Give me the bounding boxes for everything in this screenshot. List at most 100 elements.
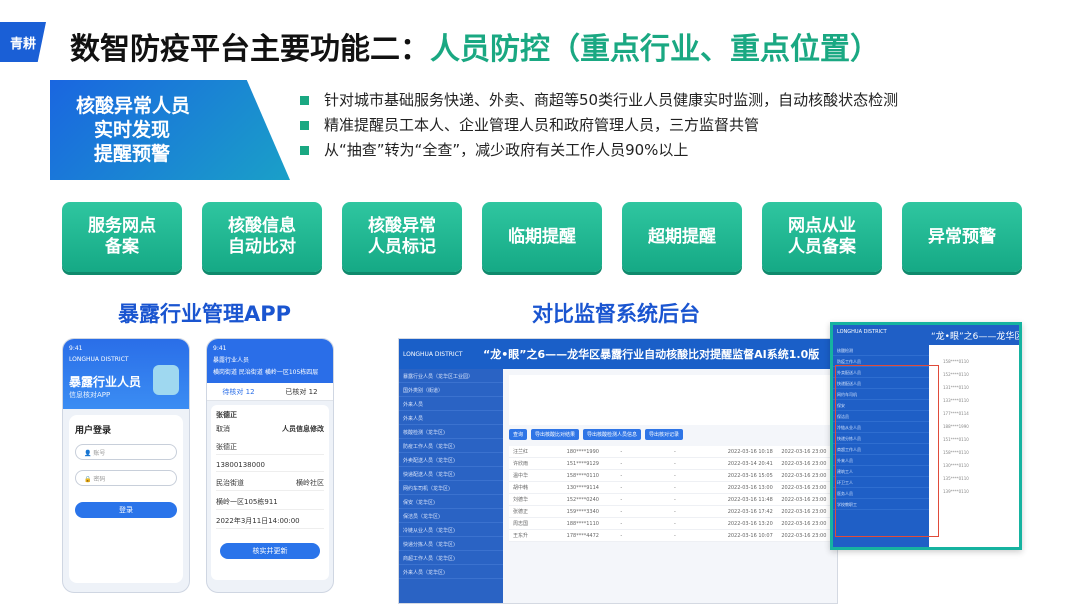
query-button[interactable]: 查询 [509,429,528,440]
export-info-button[interactable]: 导出核酸检测人员信息 [583,429,642,440]
feature-card[interactable]: 临期提醒 [482,202,602,272]
bullet-item: 精准提醒员工本人、企业管理人员和政府管理人员，三方监督共管 [300,113,898,138]
table-cell: 2022-03-16 23:00 [781,460,827,467]
feature-card[interactable]: 超期提醒 [622,202,742,272]
address-field[interactable]: 横岭一区105栋911 [216,497,324,510]
hero-badge: 核酸异常人员 实时发现 提醒预警 [50,80,290,180]
table-cell: - [620,496,623,503]
sidebar-item[interactable]: 核酸检测（龙华区) [399,425,503,439]
dialog-title: 人员信息修改 [282,425,324,433]
table-cell: 刘德华 [513,497,529,503]
sidebar-item[interactable]: 外来人员 [399,411,503,425]
hero-line-1: 核酸异常人员 [76,95,191,117]
community-select[interactable]: 横岭社区 [296,478,324,488]
hero-line-3: 提醒预警 [94,143,171,165]
section-title-backend: 对比监督系统后台 [532,302,700,326]
tab-done[interactable]: 已核对 12 [285,387,317,397]
table-row[interactable]: 温中华 158****0110 - - 2022-03-16 15:05 2022-03-… [509,470,831,482]
popup-brand: LONGHUA DISTRICT [837,329,887,335]
table-row[interactable]: 张德正 159****3340 - - 2022-03-16 17:42 2022-03-… [509,506,831,518]
table-cell: 158****0110 [566,472,599,479]
status-time: 9:41 [213,345,227,352]
feature-card[interactable]: 服务网点 备案 [62,202,182,272]
table-row[interactable]: 胡中韩 130****9114 - - 2022-03-16 13:00 2022-03-… [509,482,831,494]
table-cell: 151****9129 [566,460,599,467]
feature-card[interactable]: 异常预警 [902,202,1022,272]
table-cell: 2022-03-16 23:00 [781,496,827,503]
hero-line-2: 实时发现 [94,119,171,141]
backend-sidebar: 暴露行业人员（龙华区工业园） 国外类别（街道） 外来人员 外来人员 核酸检测（龙… [399,369,503,603]
table-cell: - [620,472,623,479]
export-record-button[interactable]: 导出核对记录 [645,429,684,440]
login-heading: 用户登录 [75,426,112,436]
feature-line: 核酸异常 [368,216,436,236]
table-row[interactable]: 刘德华 152****0240 - - 2022-03-16 11:48 2022-03-… [509,494,831,506]
table-row[interactable]: 周志国 188****1110 - - 2022-03-16 13:20 2022-03-… [509,518,831,530]
popup-row: 188****1990 [943,424,969,429]
popup-sidebar-item[interactable]: 核酸检测 [833,345,929,356]
hero-panel: 核酸异常人员 实时发现 提醒预警 针对城市基础服务快递、外卖、商超等50类行业人… [50,80,1032,180]
sidebar-item[interactable]: 国外类别（街道） [399,383,503,397]
sidebar-item[interactable]: 防疫工作人员（龙华区) [399,439,503,453]
sidebar-item[interactable]: 外卖配送人员（龙华区) [399,453,503,467]
date-field[interactable]: 2022年3月11日14:00:00 [216,516,324,529]
sidebar-item[interactable]: 保安（龙华区) [399,495,503,509]
filter-panel[interactable] [509,375,831,425]
table-cell: - [674,460,676,467]
table-cell: 2022-03-16 13:00 [727,484,773,491]
popup-main: “龙•眼”之6——龙华区 158****0110 152****0110 131**… [929,325,1019,547]
tab-pending[interactable]: 待核对 12 [222,387,254,397]
sidebar-item[interactable]: 外来人员 [399,397,503,411]
table-cell: 汪兰红 [513,449,529,455]
title-highlight: 人员防控（重点行业、重点位置） [430,32,880,67]
sidebar-item[interactable]: 网约车司机（龙华区) [399,481,503,495]
table-cell: 张德正 [513,509,529,515]
feature-line: 网点从业 [788,216,856,236]
phone-field[interactable]: 13800138000 [216,461,324,472]
feature-line: 异常预警 [928,226,996,247]
status-time: 9:41 [69,345,83,352]
address-line: 横岗街道 民治街道 横岭一区105栋四层 [213,369,319,376]
cancel-button[interactable]: 取消 [216,424,230,434]
bullet-item: 针对城市基础服务快递、外卖、商超等50类行业人员健康实时监测，自动核酸状态检测 [300,88,898,113]
sidebar-item[interactable]: 保洁员（龙华区) [399,509,503,523]
table-row[interactable]: 许欣雨 151****9129 - - 2022-03-14 20:41 2022-03-… [509,458,831,470]
sidebar-item[interactable]: 冷链从业人员（龙华区) [399,523,503,537]
backend-topbar: LONGHUA DISTRICT “龙•眼”之6——龙华区暴露行业自动核酸比对提… [399,339,837,369]
table-cell: 178****4472 [566,532,599,539]
feature-card[interactable]: 核酸异常 人员标记 [342,202,462,272]
popup-row: 135****0110 [943,476,969,481]
login-button[interactable]: 登录 [75,502,177,518]
table-cell: 180****1990 [566,448,599,455]
feature-card[interactable]: 网点从业 人员备案 [762,202,882,272]
table-cell: - [620,484,623,491]
table-cell: 胡中韩 [513,485,529,491]
table-cell: 许欣雨 [513,461,529,467]
table-row[interactable]: 汪兰红 180****1990 - - 2022-03-16 10:18 2022-03-… [509,446,831,458]
table-cell: 2022-03-16 10:07 [727,532,773,539]
export-result-button[interactable]: 导出核酸比对结果 [531,429,580,440]
password-input[interactable]: 🔒 密码 [75,470,177,486]
feature-line: 自动比对 [228,237,296,257]
sidebar-item[interactable]: 暴露行业人员（龙华区工业园） [399,369,503,383]
phone-header: 9:41 LONGHUA DISTRICT 暴露行业人员 信息核对APP [63,339,189,409]
table-cell: - [674,520,676,527]
sidebar-item[interactable]: 快递分拣人员（龙华区) [399,537,503,551]
person-name: 张德正 [216,411,237,419]
table-cell: 2022-03-16 10:18 [727,448,773,455]
backend-main: 查询 导出核酸比对结果 导出核酸检测人员信息 导出核对记录 汪兰红 180****… [503,369,837,603]
brand-logo: 青耕 [0,22,46,62]
sidebar-item[interactable]: 商超工作人员（龙华区) [399,551,503,565]
sidebar-item[interactable]: 外来人员（龙华区) [399,565,503,579]
table-row[interactable]: 王东升 178****4472 - - 2022-03-16 10:07 2022-03-… [509,530,831,542]
popup-row: 152****0110 [943,372,969,377]
account-input[interactable]: 👤 账号 [75,444,177,460]
sidebar-item[interactable]: 快递配送人员（龙华区) [399,467,503,481]
header-title: 暴露行业人员 [213,357,250,364]
name-field[interactable]: 张德正 [216,442,324,455]
feature-row: 服务网点 备案 核酸信息 自动比对 核酸异常 人员标记 临期提醒 超期提醒 网点从业人… [62,202,1022,272]
feature-card[interactable]: 核酸信息 自动比对 [202,202,322,272]
street-select[interactable]: 民治街道 [216,478,244,488]
verify-update-button[interactable]: 核实并更新 [220,543,320,559]
slide: 青耕 数智防疫平台主要功能二：人员防控（重点行业、重点位置） 核酸异常人员 实时… [0,0,1080,607]
